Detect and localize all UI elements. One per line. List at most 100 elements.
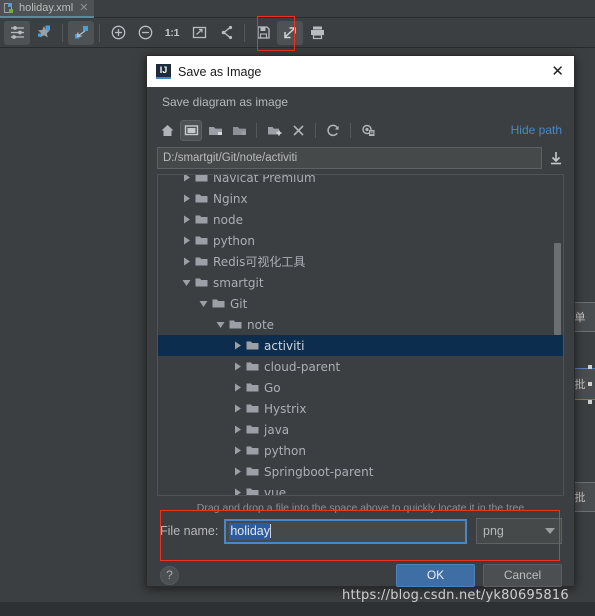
dialog-title: Save as Image (178, 64, 262, 79)
close-icon[interactable]: ✕ (79, 2, 88, 14)
folder-icon (244, 419, 261, 440)
dialog-titlebar: IJ Save as Image ✕ (147, 56, 574, 87)
tree-item-smartgit[interactable]: smartgit (158, 272, 563, 293)
tree-item-go[interactable]: Go (158, 377, 563, 398)
tree-item-navicat-premium[interactable]: Navicat Premium (158, 174, 563, 188)
editor-tab-label: holiday.xml (19, 2, 74, 14)
tree-item-label: activiti (264, 338, 305, 353)
diagram-node-label: 批 (574, 378, 586, 391)
tree-item-label: Navicat Premium (213, 174, 316, 185)
chevron-right-icon[interactable] (231, 440, 244, 461)
desktop-icon[interactable] (180, 119, 202, 141)
node-resize-handle[interactable] (588, 365, 592, 369)
chevron-down-icon[interactable] (197, 293, 210, 314)
hide-path-link[interactable]: Hide path (511, 123, 562, 137)
tree-item-hystrix[interactable]: Hystrix (158, 398, 563, 419)
delete-icon[interactable] (287, 120, 309, 141)
zoom-in-icon[interactable] (105, 21, 131, 45)
folder-icon (193, 175, 210, 188)
file-name-input[interactable]: holiday (224, 518, 467, 544)
watermark: https://blog.csdn.net/yk80695816 (342, 588, 569, 603)
show-dependencies-icon[interactable] (213, 21, 239, 45)
path-input[interactable]: D:/smartgit/Git/note/activiti (157, 146, 542, 169)
directory-tree[interactable]: Navicat Premium Nginx node python Redis可视化工具… (157, 174, 564, 496)
intellij-icon: IJ (156, 64, 171, 79)
download-icon[interactable] (549, 150, 563, 166)
tree-item-label: java (264, 422, 290, 437)
chevron-right-icon[interactable] (231, 398, 244, 419)
chevron-down-icon (545, 528, 555, 534)
module-folder-icon[interactable] (228, 120, 250, 141)
tree-item-python[interactable]: python (158, 230, 563, 251)
toolbar-separator (62, 23, 63, 42)
folder-icon (244, 335, 261, 356)
magic-layout-icon[interactable] (31, 21, 57, 45)
node-resize-handle[interactable] (588, 382, 592, 386)
folder-icon (193, 230, 210, 251)
chevron-right-icon[interactable] (231, 335, 244, 356)
tree-item-note[interactable]: note (158, 314, 563, 335)
export-to-image-icon[interactable] (277, 20, 303, 45)
fit-screen-icon[interactable] (186, 21, 212, 45)
layout-settings-icon[interactable] (4, 20, 30, 45)
show-hidden-files-icon[interactable] (357, 120, 379, 141)
save-icon[interactable] (250, 21, 276, 45)
ok-button[interactable]: OK (396, 563, 475, 587)
tree-item-label: smartgit (213, 275, 264, 290)
folder-icon (244, 377, 261, 398)
help-button[interactable]: ? (160, 565, 179, 585)
chevron-right-icon[interactable] (231, 482, 244, 495)
new-folder-icon[interactable] (263, 120, 285, 141)
file-chooser-toolbar: Hide path (147, 116, 574, 144)
folder-icon (193, 188, 210, 209)
drag-drop-hint: Drag and drop a file into the space abov… (196, 502, 525, 514)
chevron-right-icon[interactable] (180, 251, 193, 272)
chevron-right-icon[interactable] (180, 175, 193, 188)
image-format-select[interactable]: png (476, 518, 562, 544)
chevron-right-icon[interactable] (180, 188, 193, 209)
close-icon[interactable]: ✕ (549, 64, 566, 79)
toolbar-separator (244, 23, 245, 42)
print-icon[interactable] (304, 21, 330, 45)
tree-scrollbar[interactable] (554, 243, 561, 335)
refresh-icon[interactable] (322, 120, 344, 141)
tree-item-label: Springboot-parent (264, 464, 374, 479)
cancel-button[interactable]: Cancel (483, 563, 562, 587)
tree-item-activiti[interactable]: activiti (158, 335, 563, 356)
home-icon[interactable] (156, 120, 178, 141)
toolbar-separator (315, 122, 316, 138)
tree-item-java[interactable]: java (158, 419, 563, 440)
folder-icon (210, 293, 227, 314)
editor-tab-holiday-xml[interactable]: holiday.xml ✕ (0, 0, 95, 18)
folder-icon (244, 440, 261, 461)
tree-item-node[interactable]: node (158, 209, 563, 230)
diagram-node-label: 单 (574, 311, 586, 324)
chevron-right-icon[interactable] (180, 230, 193, 251)
chevron-right-icon[interactable] (231, 356, 244, 377)
project-folder-icon[interactable] (204, 120, 226, 141)
tree-item-nginx[interactable]: Nginx (158, 188, 563, 209)
zoom-out-icon[interactable] (132, 21, 158, 45)
file-name-label: File name: (160, 524, 219, 538)
diagram-node-label: 批 (574, 491, 586, 504)
tree-item-springboot-parent[interactable]: Springboot-parent (158, 461, 563, 482)
diagram-toolbar: 1:1 (0, 18, 595, 48)
tree-item-python[interactable]: python (158, 440, 563, 461)
chevron-right-icon[interactable] (231, 461, 244, 482)
node-resize-handle[interactable] (588, 400, 592, 404)
tree-item-cloud-parent[interactable]: cloud-parent (158, 356, 563, 377)
chevron-down-icon[interactable] (214, 314, 227, 335)
tree-item-git[interactable]: Git (158, 293, 563, 314)
folder-icon (244, 461, 261, 482)
tree-item-redis可视化工具[interactable]: Redis可视化工具 (158, 251, 563, 272)
chevron-down-icon[interactable] (180, 272, 193, 293)
file-name-value: holiday (229, 522, 270, 540)
fit-content-icon[interactable] (68, 20, 94, 45)
chevron-right-icon[interactable] (231, 377, 244, 398)
chevron-right-icon[interactable] (180, 209, 193, 230)
tree-item-vue[interactable]: vue (158, 482, 563, 495)
folder-icon (244, 398, 261, 419)
chevron-right-icon[interactable] (231, 419, 244, 440)
tree-item-label: Git (230, 296, 248, 311)
actual-size-icon[interactable]: 1:1 (159, 21, 185, 45)
